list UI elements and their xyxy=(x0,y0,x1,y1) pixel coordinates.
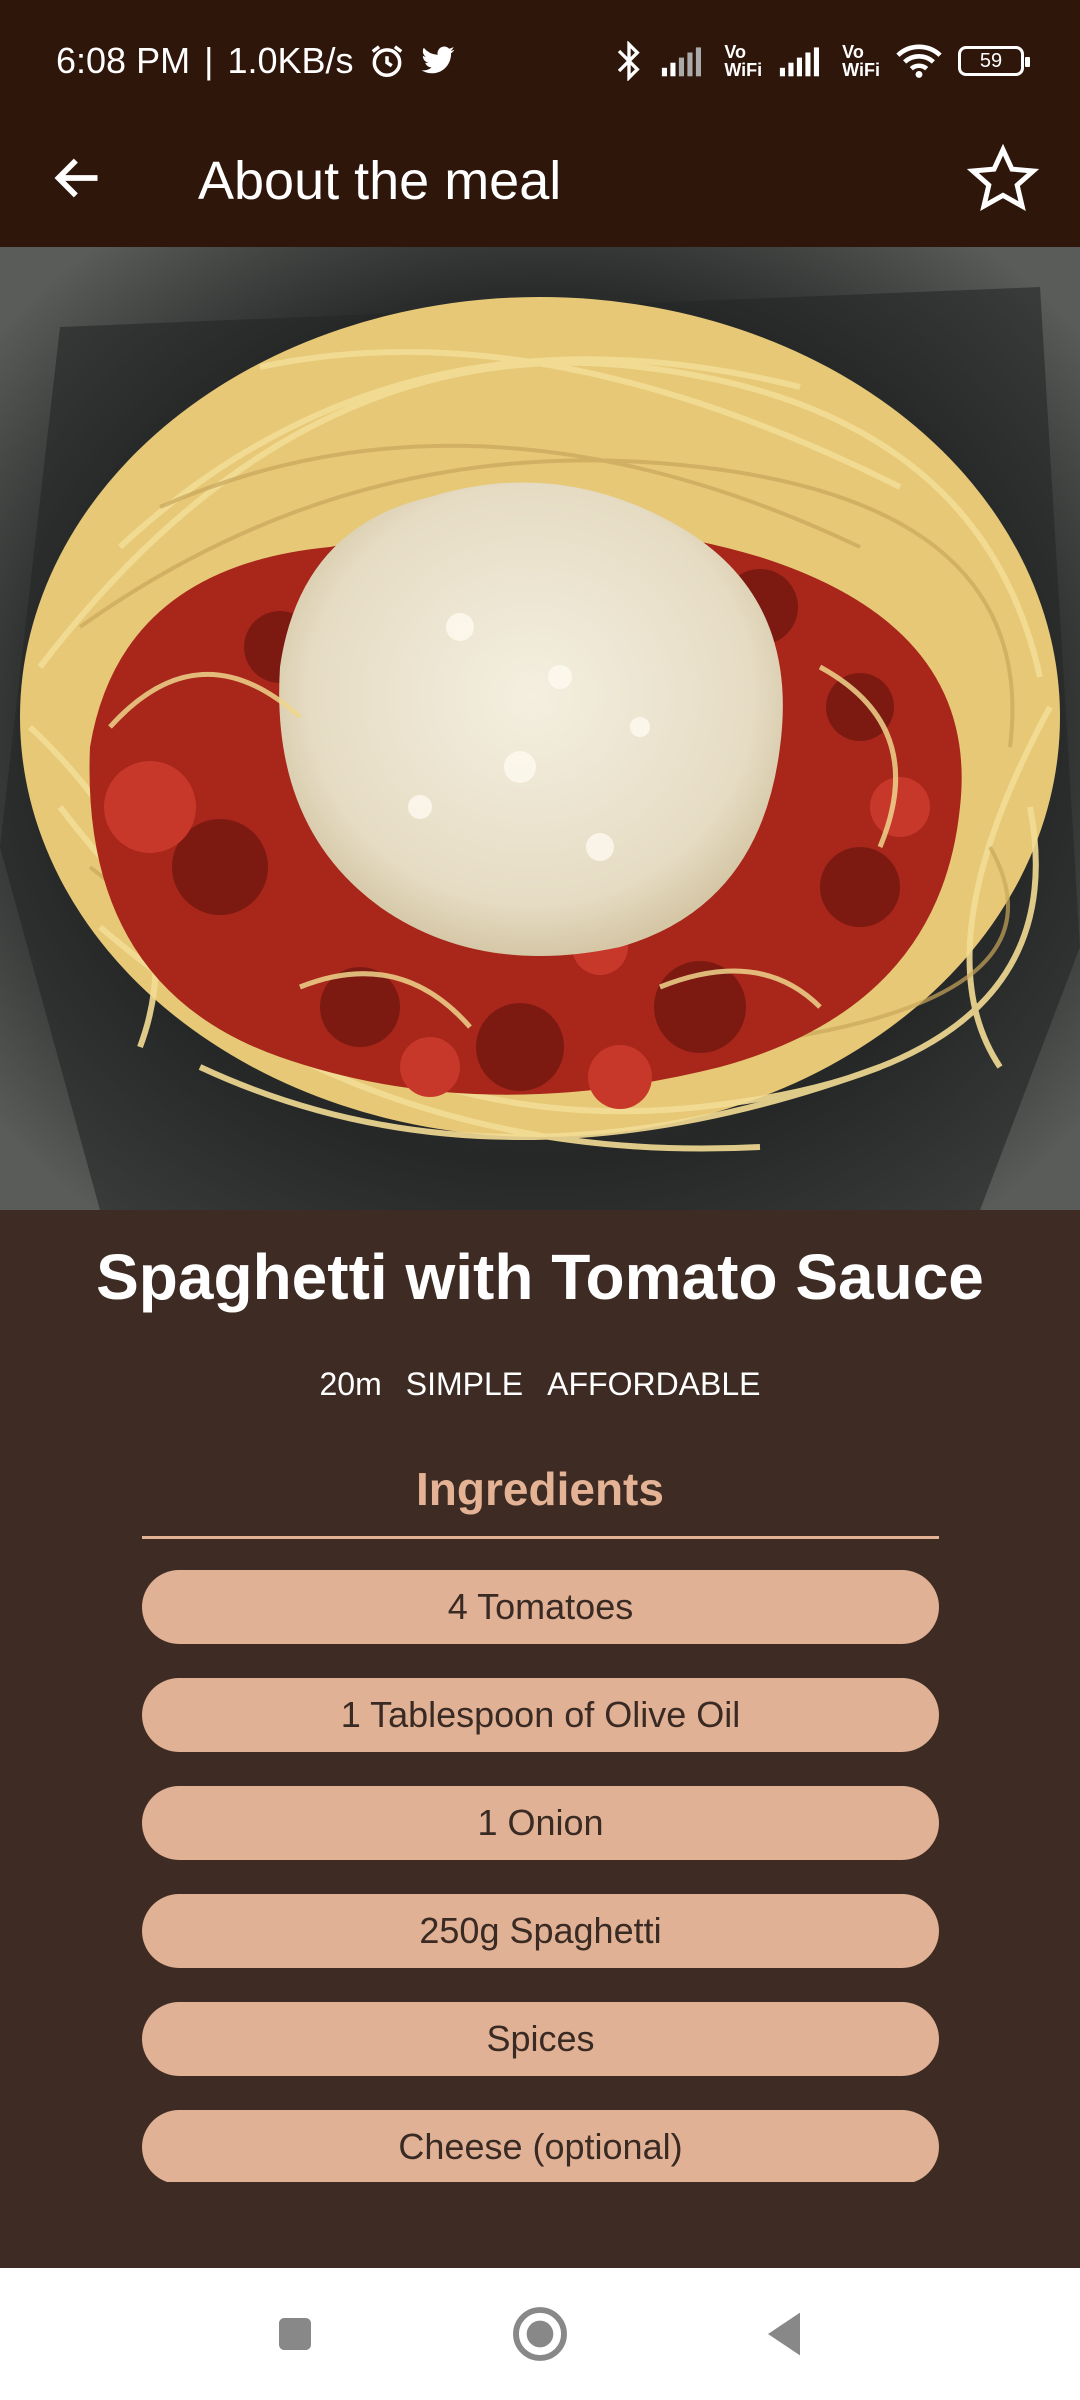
meal-image xyxy=(0,247,1080,1210)
home-icon[interactable] xyxy=(508,2302,572,2366)
meal-duration: 20m xyxy=(319,1366,382,1402)
bluetooth-icon xyxy=(614,41,644,81)
signal-icon-2 xyxy=(778,44,826,78)
meal-meta: 20m SIMPLE AFFORDABLE xyxy=(0,1366,1080,1403)
battery-icon: 59 xyxy=(958,46,1030,76)
ingredient-item: Spices xyxy=(142,2002,939,2076)
status-separator: | xyxy=(204,40,214,81)
page-title: About the meal xyxy=(198,151,562,211)
recents-icon[interactable] xyxy=(263,2302,327,2366)
ingredient-item: 4 Tomatoes xyxy=(142,1570,939,1644)
alarm-icon xyxy=(368,42,406,80)
arrow-left-icon[interactable] xyxy=(52,152,104,204)
ingredient-list[interactable]: 4 Tomatoes 1 Tablespoon of Olive Oil 1 O… xyxy=(142,1570,939,2182)
ingredient-item: 1 Onion xyxy=(142,1786,939,1860)
system-nav-bar xyxy=(0,2268,1080,2400)
meal-title: Spaghetti with Tomato Sauce xyxy=(96,1241,984,1313)
meal-affordability: AFFORDABLE xyxy=(547,1366,761,1402)
signal-icon xyxy=(660,44,708,78)
ingredients-title: Ingredients xyxy=(416,1463,664,1515)
wifi-icon xyxy=(896,43,942,79)
status-right: Vo WiFi Vo WiFi 59 xyxy=(614,41,1030,81)
vowifi-label-1: Vo WiFi xyxy=(724,42,763,80)
status-bar: 6:08 PM | 1.0KB/s Vo WiFi Vo WiFi 59 xyxy=(0,0,1080,122)
app-bar: About the meal xyxy=(0,122,1080,247)
ingredient-item: 1 Tablespoon of Olive Oil xyxy=(142,1678,939,1752)
twitter-icon xyxy=(420,45,456,77)
ingredients-divider xyxy=(142,1536,939,1539)
ingredient-item: 250g Spaghetti xyxy=(142,1894,939,1968)
ingredient-item: Cheese (optional) xyxy=(142,2110,939,2182)
status-left: 6:08 PM | 1.0KB/s xyxy=(56,40,456,82)
network-speed: 1.0KB/s xyxy=(227,40,354,81)
vowifi-label-2: Vo WiFi xyxy=(842,42,880,80)
star-outline-icon[interactable] xyxy=(966,142,1040,216)
meal-complexity: SIMPLE xyxy=(405,1366,524,1402)
status-time: 6:08 PM xyxy=(56,40,191,81)
back-icon[interactable] xyxy=(752,2302,816,2366)
